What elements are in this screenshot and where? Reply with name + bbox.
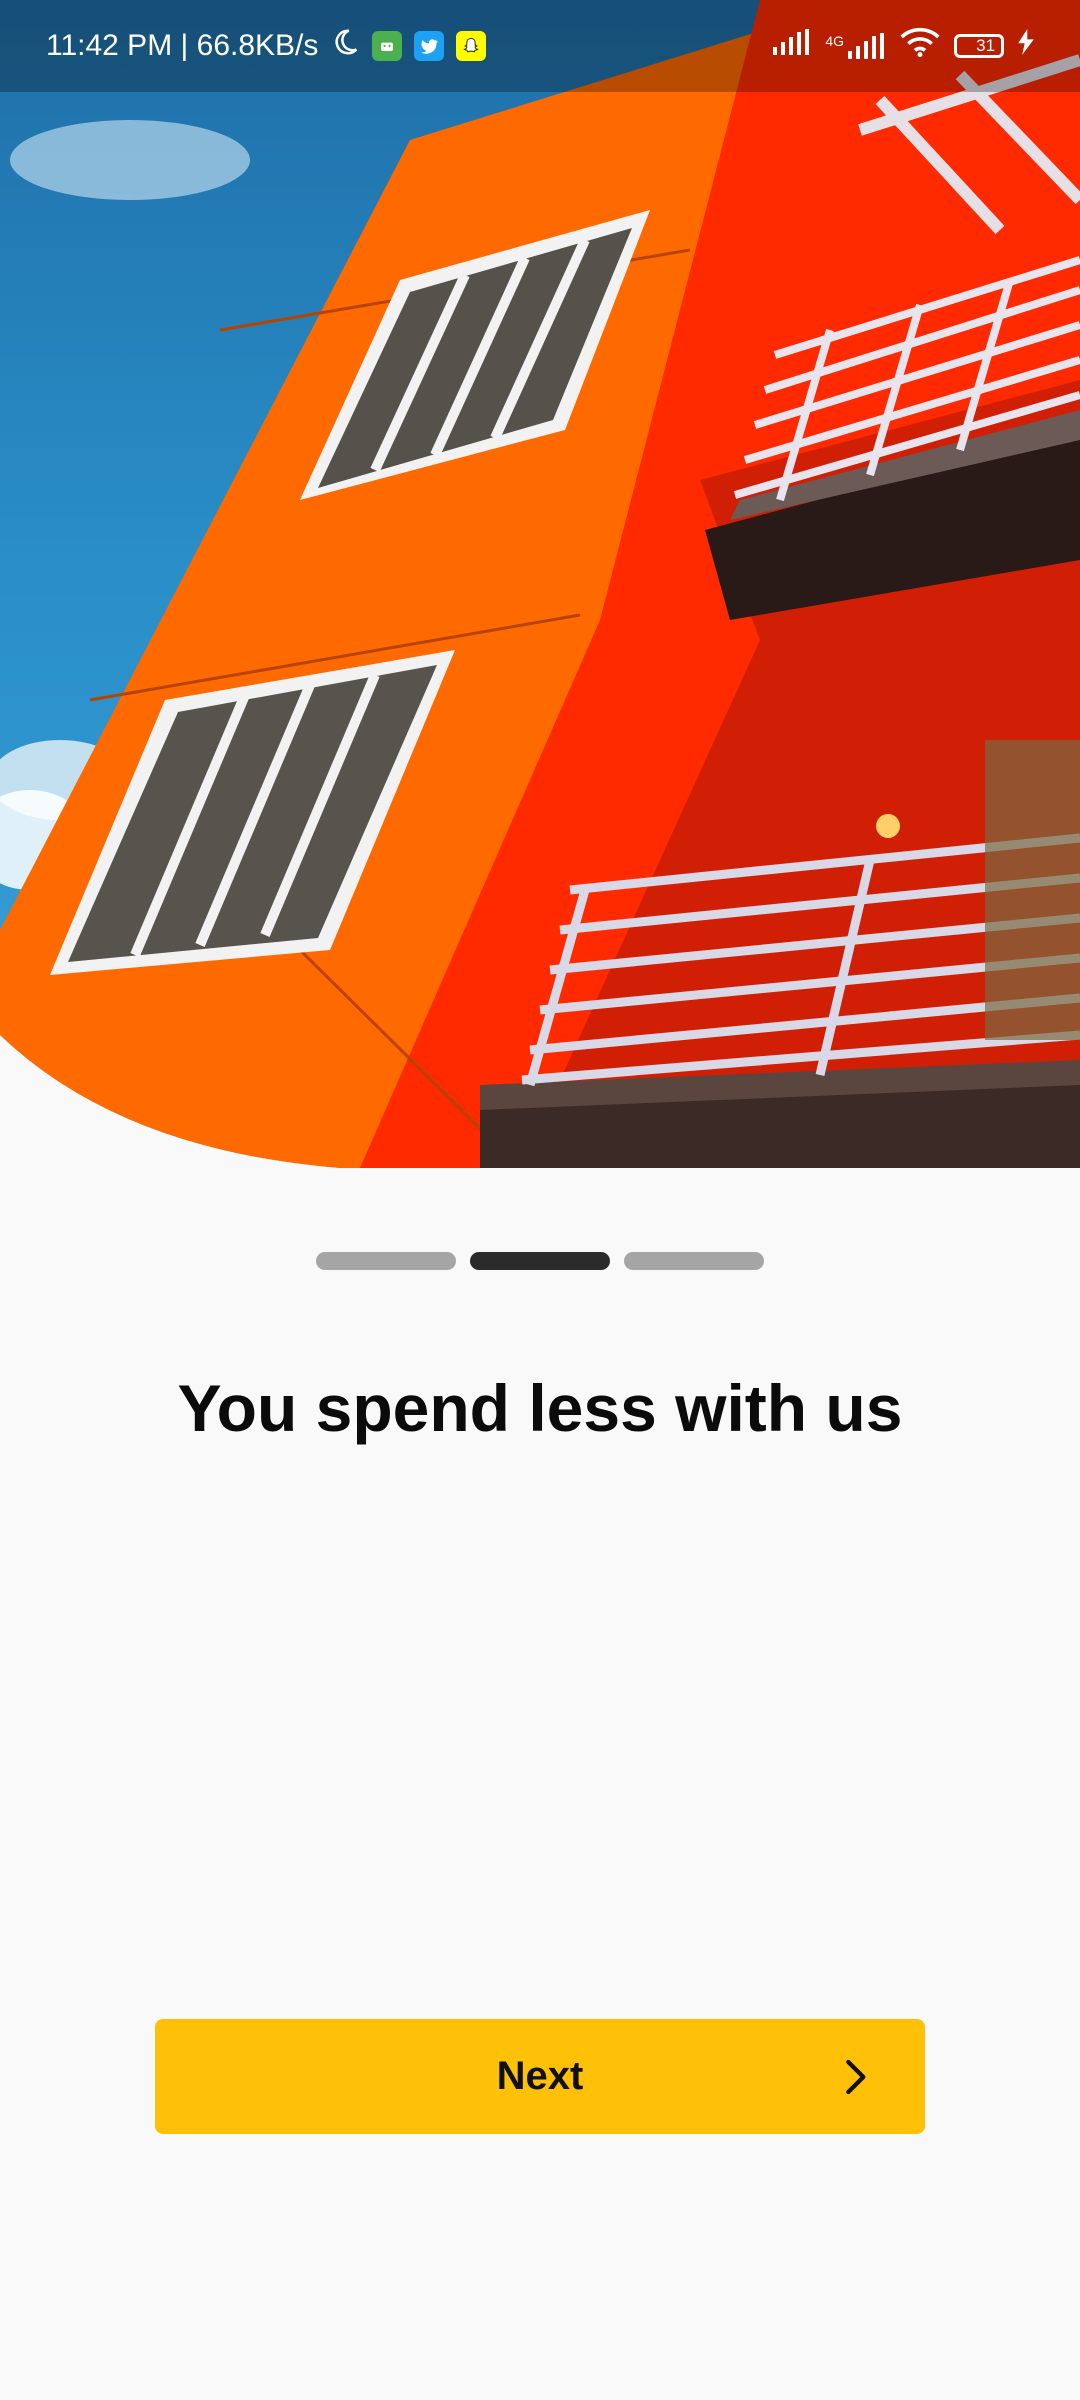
wifi-icon xyxy=(900,27,940,65)
page-indicator-dot-3[interactable] xyxy=(624,1252,764,1270)
building-illustration xyxy=(0,0,1080,1168)
page-indicator-dot-2-active[interactable] xyxy=(470,1252,610,1270)
page-indicator-dot-1[interactable] xyxy=(316,1252,456,1270)
chevron-right-icon xyxy=(835,2057,875,2097)
status-bar: 11:42 PM | 66.8KB/s 4G 31 xyxy=(0,0,1080,92)
network-label: 4G xyxy=(825,33,844,49)
charging-icon xyxy=(1018,29,1034,63)
next-button-label: Next xyxy=(496,2054,584,2098)
onboarding-title: You spend less with us xyxy=(177,1371,903,1445)
moon-icon xyxy=(330,27,360,65)
next-button[interactable]: Next xyxy=(155,2019,925,2134)
twitter-icon xyxy=(414,31,445,61)
signal-4g-icon: 4G xyxy=(825,33,886,59)
status-time-speed: 11:42 PM | 66.8KB/s xyxy=(46,29,319,62)
snapchat-icon xyxy=(456,31,487,61)
battery-level: 31 xyxy=(976,36,996,55)
battery-icon: 31 xyxy=(954,34,1004,58)
signal-icon xyxy=(771,29,811,63)
page-indicator xyxy=(0,1252,1080,1270)
android-app-icon xyxy=(372,31,403,61)
hero-image xyxy=(0,0,1080,1168)
